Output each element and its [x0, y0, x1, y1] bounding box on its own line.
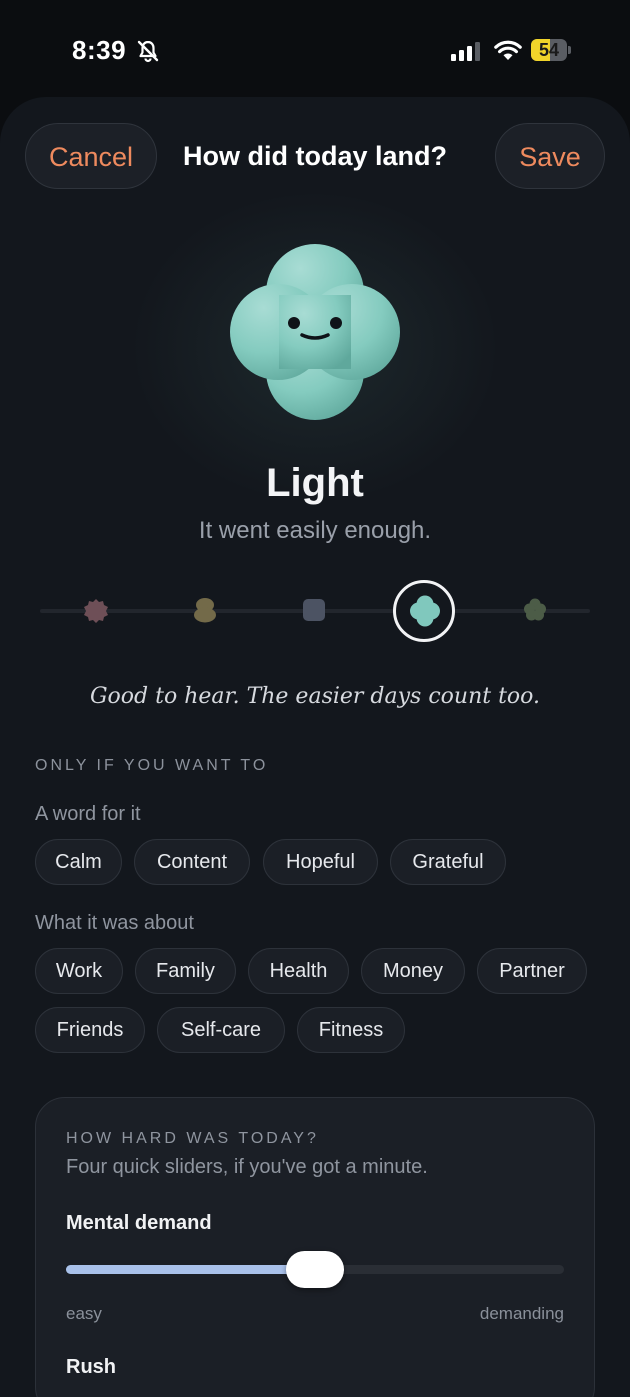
mood-face-icon [230, 244, 400, 420]
workload-subtitle: Four quick sliders, if you've got a minu… [66, 1156, 428, 1178]
topic-chip-family[interactable]: Family [135, 948, 236, 994]
slider-thumb[interactable] [286, 1251, 344, 1288]
topic-chip-partner[interactable]: Partner [477, 948, 587, 994]
rush-label: Rush [66, 1356, 116, 1378]
bell-slash-icon [137, 40, 159, 63]
topic-chip-health[interactable]: Health [248, 948, 349, 994]
workload-card: HOW HARD WAS TODAY? Four quick sliders, … [35, 1097, 595, 1397]
mood-entry-sheet: Cancel How did today land? Save Light It… [0, 97, 630, 1397]
topic-chip-work[interactable]: Work [35, 948, 123, 994]
battery-icon: 54 [531, 39, 571, 63]
battery-level: 54 [538, 40, 560, 60]
cellular-signal-icon [451, 42, 480, 61]
word-chip-calm[interactable]: Calm [35, 839, 122, 885]
word-chip-content[interactable]: Content [134, 839, 250, 885]
save-button[interactable]: Save [495, 123, 605, 189]
topic-chip-money[interactable]: Money [361, 948, 465, 994]
mood-subtitle: It went easily enough. [198, 517, 432, 544]
slider-min-label: easy [66, 1304, 102, 1323]
cancel-button[interactable]: Cancel [25, 123, 157, 189]
topic-chip-fitness[interactable]: Fitness [297, 1007, 405, 1053]
mood-bright-icon[interactable] [523, 598, 547, 622]
status-bar: 8:39 54 [0, 0, 630, 100]
word-chip-hopeful[interactable]: Hopeful [263, 839, 378, 885]
slider-fill [66, 1265, 315, 1274]
section-label: ONLY IF YOU WANT TO [35, 757, 269, 774]
workload-title: HOW HARD WAS TODAY? [66, 1130, 319, 1147]
mood-low-icon[interactable] [193, 597, 217, 623]
wifi-icon [494, 40, 522, 60]
mood-title: Light [266, 461, 364, 505]
topic-chip-friends[interactable]: Friends [35, 1007, 145, 1053]
mood-message: Good to hear. The easier days count too. [89, 684, 541, 709]
word-chip-grateful[interactable]: Grateful [390, 839, 506, 885]
mental-demand-slider[interactable] [66, 1251, 564, 1288]
word-group-label: A word for it [35, 803, 141, 825]
topic-group-label: What it was about [35, 912, 194, 934]
slider-max-label: demanding [479, 1304, 564, 1323]
mood-light-icon[interactable] [410, 595, 440, 627]
mood-heavy-icon[interactable] [83, 598, 109, 624]
page-title: How did today land? [183, 141, 447, 171]
status-time: 8:39 [72, 35, 127, 65]
mental-demand-label: Mental demand [66, 1212, 212, 1234]
topic-chip-self-care[interactable]: Self-care [157, 1007, 285, 1053]
mood-neutral-icon[interactable] [303, 599, 325, 621]
